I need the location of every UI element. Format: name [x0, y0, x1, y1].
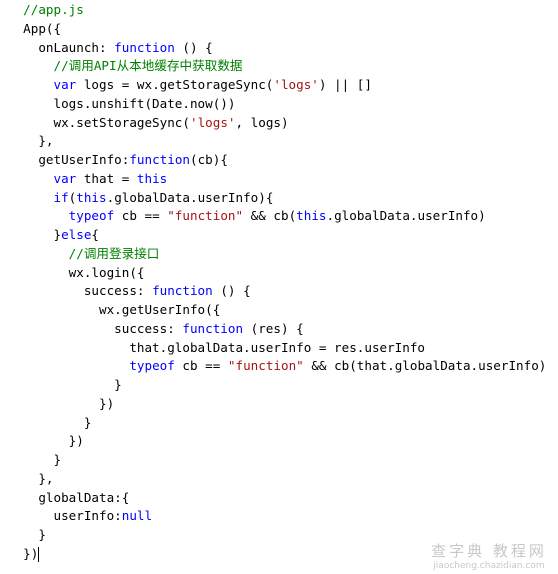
- code-token: && cb(: [243, 208, 297, 224]
- code-token: function: [129, 152, 190, 167]
- code-line: //调用API从本地缓存中获取数据: [8, 57, 546, 76]
- code-token: () {: [212, 283, 251, 299]
- code-token: if: [53, 189, 69, 205]
- code-line: //app.js: [8, 1, 546, 20]
- code-token: cb ==: [174, 358, 228, 374]
- code-line: }: [8, 376, 546, 395]
- code-token: typeof: [129, 358, 175, 374]
- code-line: }): [8, 395, 546, 414]
- code-token: (res) {: [243, 320, 304, 336]
- watermark-url: jiaocheng.chazidian.com: [433, 561, 545, 571]
- code-token: "function": [167, 208, 244, 224]
- code-token: , logs): [235, 114, 289, 130]
- code-line: typeof cb == "function" && cb(that.globa…: [8, 357, 546, 376]
- code-line: getUserInfo:function(cb){: [8, 151, 546, 170]
- code-token: }): [8, 545, 39, 561]
- code-token: globalData:{: [8, 489, 130, 505]
- text-cursor: [38, 546, 40, 562]
- code-token: //调用登录接口: [8, 245, 160, 261]
- code-token: success:: [8, 283, 153, 299]
- code-token: },: [8, 133, 54, 149]
- code-line: typeof cb == "function" && cb(this.globa…: [8, 207, 546, 226]
- code-line: }: [8, 414, 546, 433]
- code-token: this: [296, 208, 327, 224]
- code-token: function: [114, 39, 175, 55]
- code-line: success: function () {: [8, 282, 546, 301]
- code-line: }: [8, 451, 546, 470]
- code-line: wx.getUserInfo({: [8, 301, 546, 320]
- code-token: cb ==: [114, 208, 168, 224]
- code-token: //调用API从本地缓存中获取数据: [8, 58, 243, 74]
- code-token: success:: [8, 320, 183, 336]
- code-token: }): [8, 433, 84, 449]
- code-token: var: [53, 77, 77, 92]
- code-token: }: [8, 452, 62, 467]
- code-token: wx.getUserInfo({: [8, 302, 221, 317]
- code-token: function: [152, 283, 213, 299]
- code-token: 'logs': [273, 77, 319, 92]
- code-token: this: [76, 189, 107, 205]
- code-editor[interactable]: //app.js App({ onLaunch: function () { /…: [8, 1, 546, 564]
- code-token: logs = wx.getStorageSync(: [76, 77, 274, 92]
- code-token: that =: [76, 170, 137, 186]
- code-line: that.globalData.userInfo = res.userInfo: [8, 339, 546, 358]
- code-token: },: [8, 470, 54, 486]
- code-token: }: [8, 377, 122, 392]
- code-token: typeof: [68, 208, 115, 224]
- code-token: //app.js: [8, 2, 84, 17]
- code-line: var logs = wx.getStorageSync('logs') || …: [8, 76, 546, 95]
- code-token: onLaunch:: [8, 39, 115, 55]
- code-token: }: [8, 414, 92, 430]
- code-line: globalData:{: [8, 489, 546, 508]
- watermark-title: 查字典 教程网: [431, 542, 547, 560]
- code-line: },: [8, 470, 546, 489]
- code-token: () {: [174, 39, 213, 55]
- code-token: userInfo:: [8, 508, 122, 524]
- code-token: this: [136, 170, 168, 186]
- code-token: getUserInfo:: [8, 152, 130, 167]
- code-token: App({: [8, 20, 62, 36]
- code-token: wx.login({: [8, 264, 145, 280]
- code-line: //调用登录接口: [8, 245, 546, 264]
- code-line: },: [8, 132, 546, 151]
- code-line: userInfo:null: [8, 507, 546, 526]
- code-line: success: function (res) {: [8, 320, 546, 339]
- code-line: }): [8, 432, 546, 451]
- code-token: function: [182, 320, 244, 336]
- code-token: 'logs': [189, 114, 236, 130]
- code-token: (cb){: [190, 152, 228, 167]
- watermark: 查字典 教程网 jiaocheng.chazidian.com: [420, 540, 558, 574]
- code-token: }: [8, 227, 62, 242]
- code-token: logs.unshift(Date.now()): [8, 95, 236, 111]
- code-line: logs.unshift(Date.now()): [8, 95, 546, 114]
- code-token: }: [8, 527, 46, 542]
- code-token: }): [8, 395, 115, 411]
- code-line: App({: [8, 20, 546, 39]
- code-line: }else{: [8, 226, 546, 245]
- code-token: ) || []: [318, 77, 372, 92]
- code-line: if(this.globalData.userInfo){: [8, 189, 546, 208]
- code-token: that.globalData.userInfo = res.userInfo: [8, 339, 426, 355]
- code-line: wx.setStorageSync('logs', logs): [8, 114, 546, 133]
- code-token: wx.setStorageSync(: [8, 114, 190, 130]
- code-token: var: [53, 170, 77, 186]
- code-token: "function": [227, 358, 304, 374]
- code-token: {: [91, 227, 100, 242]
- code-line: onLaunch: function () {: [8, 39, 546, 58]
- code-token: .globalData.userInfo){: [106, 189, 274, 205]
- code-line: wx.login({: [8, 264, 546, 283]
- code-token: && cb(that.globalData.userInfo): [303, 358, 547, 374]
- code-token: null: [121, 508, 153, 524]
- code-line: var that = this: [8, 170, 546, 189]
- code-token: .globalData.userInfo): [326, 208, 486, 224]
- code-token: else: [61, 227, 92, 242]
